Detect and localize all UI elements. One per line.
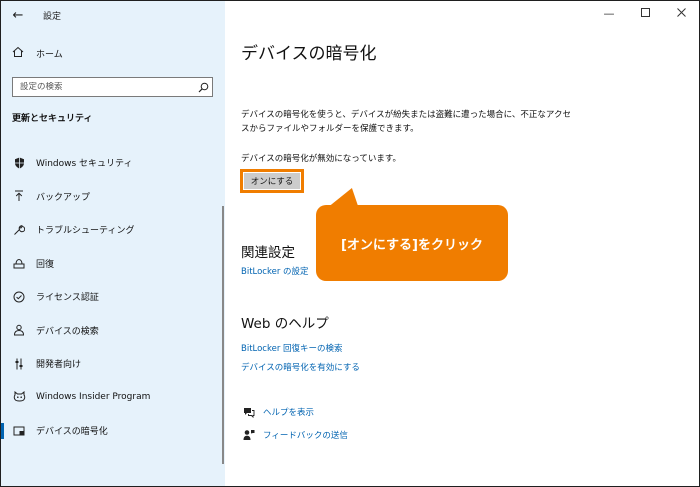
person-location-icon	[12, 324, 26, 336]
close-icon	[676, 7, 686, 20]
sidebar-item-recovery[interactable]: 回復	[1, 247, 225, 281]
sidebar-item-device-encryption[interactable]: デバイスの暗号化	[1, 414, 225, 448]
insider-cat-icon	[12, 391, 26, 403]
sidebar-item-label: 開発者向け	[36, 360, 82, 371]
sidebar-item-activation[interactable]: ライセンス認証	[1, 280, 225, 314]
main-content: — デバイスの暗号化 デバイスの暗号化を使うと、デバイスが紛失または盗難に遭った…	[225, 1, 699, 486]
encryption-description: デバイスの暗号化を使うと、デバイスが紛失または盗難に遭った場合に、不正なアクセス…	[241, 110, 571, 134]
home-icon	[12, 46, 28, 61]
page-title: デバイスの暗号化	[241, 44, 377, 64]
sidebar-item-backup[interactable]: バックアップ	[1, 180, 225, 214]
sidebar-item-troubleshoot[interactable]: トラブルシューティング	[1, 213, 225, 247]
sidebar-nav: Windows セキュリティ バックアップ トラブルシューティング 回復 ライセ…	[1, 146, 225, 448]
get-help-link[interactable]: ヘルプを表示	[263, 406, 314, 418]
sidebar-item-label: トラブルシューティング	[36, 226, 135, 237]
turn-on-label: オンにする	[244, 173, 300, 189]
enable-encryption-link[interactable]: デバイスの暗号化を有効にする	[241, 361, 360, 373]
checkmark-circle-icon	[12, 291, 26, 303]
section-title: 更新とセキュリティ	[12, 114, 93, 124]
instruction-callout: [オンにする]をクリック	[316, 205, 508, 281]
bitlocker-settings-link[interactable]: BitLocker の設定	[241, 265, 309, 277]
sidebar-item-home[interactable]: ホーム	[1, 41, 225, 65]
web-help-title: Web のヘルプ	[241, 316, 329, 332]
sidebar-item-developers[interactable]: 開発者向け	[1, 347, 225, 381]
feedback-row[interactable]: フィードバックの送信	[241, 429, 348, 441]
close-button[interactable]	[663, 1, 699, 25]
search-box[interactable]	[12, 77, 213, 97]
sidebar-item-label: Windows Insider Program	[36, 392, 151, 403]
title-bar: ← 設定	[1, 1, 225, 29]
callout-text: [オンにする]をクリック	[340, 237, 483, 253]
search-icon[interactable]	[194, 82, 212, 93]
feedback-link[interactable]: フィードバックの送信	[263, 429, 348, 441]
sidebar-item-label: デバイスの暗号化	[36, 427, 108, 438]
sidebar-item-insider[interactable]: Windows Insider Program	[1, 381, 225, 415]
sidebar-item-label: デバイスの検索	[36, 326, 99, 337]
sidebar-item-windows-security[interactable]: Windows セキュリティ	[1, 146, 225, 180]
home-label: ホーム	[36, 49, 63, 60]
back-button[interactable]: ←	[1, 1, 35, 29]
recovery-icon	[12, 258, 26, 269]
sidebar: ← 設定 ホーム 更新とセキュリティ Windows セキュリティ バックアップ	[1, 1, 225, 486]
app-title: 設定	[43, 11, 62, 22]
bitlocker-recovery-key-link[interactable]: BitLocker 回復キーの検索	[241, 342, 343, 354]
sidebar-item-label: バックアップ	[36, 192, 91, 203]
search-input[interactable]	[13, 82, 194, 92]
sidebar-item-label: 回復	[36, 259, 55, 270]
sidebar-scrollbar[interactable]	[222, 206, 224, 464]
turn-on-button[interactable]: オンにする	[240, 169, 304, 193]
encryption-icon	[12, 425, 26, 437]
help-chat-icon	[241, 407, 257, 418]
minimize-button[interactable]: —	[591, 1, 627, 25]
minimize-icon: —	[603, 6, 615, 20]
wrench-icon	[12, 224, 26, 236]
maximize-icon	[640, 7, 650, 20]
sidebar-item-find-device[interactable]: デバイスの検索	[1, 314, 225, 348]
window-controls: —	[591, 1, 699, 25]
get-help-row[interactable]: ヘルプを表示	[241, 406, 314, 418]
shield-icon	[12, 157, 26, 169]
feedback-person-icon	[241, 429, 257, 441]
maximize-button[interactable]	[627, 1, 663, 25]
backup-arrow-icon	[12, 190, 26, 202]
encryption-status: デバイスの暗号化が無効になっています。	[241, 154, 401, 164]
developer-sliders-icon	[12, 358, 26, 370]
sidebar-item-label: Windows セキュリティ	[36, 159, 133, 170]
sidebar-item-label: ライセンス認証	[36, 293, 99, 304]
related-settings-title: 関連設定	[241, 245, 295, 261]
back-arrow-icon: ←	[12, 7, 24, 23]
